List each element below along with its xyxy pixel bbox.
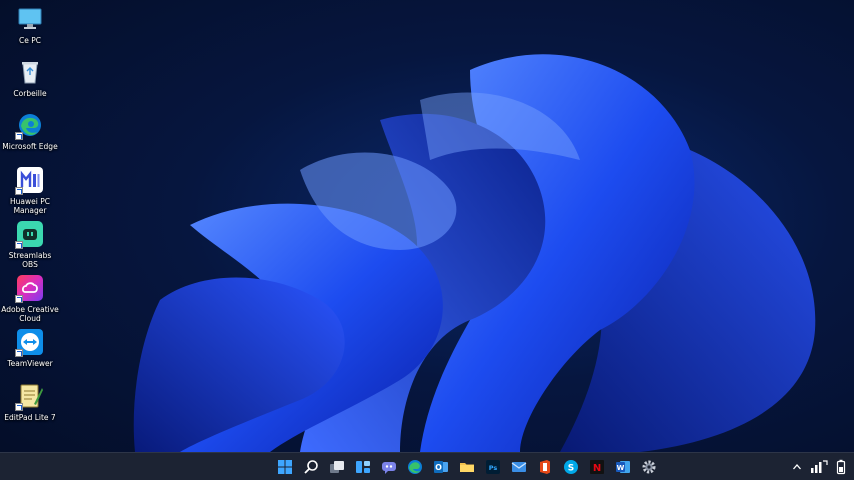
- skype-icon: S: [564, 460, 578, 474]
- shortcut-arrow-icon: [15, 349, 23, 357]
- desktop-icon-label: EditPad Lite 7: [4, 413, 56, 422]
- outlook-letter: O: [435, 463, 442, 472]
- system-tray: [792, 458, 846, 476]
- desktop-icon-corbeille[interactable]: Corbeille: [0, 58, 60, 98]
- folder-icon: [460, 463, 474, 472]
- battery-icon[interactable]: [836, 459, 846, 475]
- skype-letter: S: [568, 464, 574, 474]
- desktop-icon-adobe-creative-cloud[interactable]: Adobe Creative Cloud: [0, 274, 60, 323]
- windows-start-icon: [278, 460, 292, 474]
- search-icon: [304, 460, 318, 474]
- word-icon: W: [616, 461, 630, 473]
- desktop-icon-streamlabs-obs[interactable]: Streamlabs OBS: [0, 220, 60, 269]
- recycle-bin-icon: [16, 58, 44, 86]
- taskbar-search-button[interactable]: [300, 456, 322, 478]
- netflix-letter: N: [593, 463, 601, 474]
- shortcut-arrow-icon: [15, 187, 23, 195]
- photoshop-letters: Ps: [489, 464, 498, 472]
- word-letter: W: [617, 464, 625, 472]
- taskbar-file-explorer-button[interactable]: [456, 456, 478, 478]
- adobe-creative-cloud-icon: [15, 274, 44, 303]
- taskbar-netflix-button[interactable]: N: [586, 456, 608, 478]
- desktop-icon-microsoft-edge[interactable]: Microsoft Edge: [0, 111, 60, 151]
- editpad-icon: [15, 382, 44, 411]
- taskbar: O Ps S N W: [0, 452, 854, 480]
- taskbar-settings-button[interactable]: [638, 456, 660, 478]
- desktop-icon-label: Adobe Creative Cloud: [1, 305, 59, 323]
- widgets-icon: [356, 461, 370, 473]
- taskbar-word-button[interactable]: W: [612, 456, 634, 478]
- photoshop-icon: Ps: [486, 460, 500, 474]
- chevron-up-icon[interactable]: [792, 462, 802, 472]
- shortcut-arrow-icon: [15, 295, 23, 303]
- shortcut-arrow-icon: [15, 132, 23, 140]
- huawei-pc-manager-icon: [15, 166, 44, 195]
- edge-icon: [15, 111, 44, 140]
- mail-icon: [511, 462, 527, 472]
- outlook-icon: O: [434, 461, 448, 473]
- desktop-wallpaper: [133, 54, 816, 452]
- desktop-icon-huawei-pc-manager[interactable]: Huawei PC Manager: [0, 166, 60, 215]
- desktop-icon-label: TeamViewer: [7, 359, 53, 368]
- desktop-icon-label: Ce PC: [19, 36, 41, 45]
- shortcut-arrow-icon: [15, 403, 23, 411]
- taskbar-outlook-button[interactable]: O: [430, 456, 452, 478]
- office-icon: [540, 460, 550, 474]
- taskbar-skype-button[interactable]: S: [560, 456, 582, 478]
- netflix-icon: N: [590, 460, 604, 474]
- taskbar-widgets-button[interactable]: [352, 456, 374, 478]
- taskbar-mail-button[interactable]: [508, 456, 530, 478]
- shortcut-arrow-icon: [15, 241, 23, 249]
- taskbar-edge-button[interactable]: [404, 456, 426, 478]
- desktop-icon-label: Microsoft Edge: [2, 142, 58, 151]
- streamlabs-obs-icon: [15, 220, 44, 249]
- desktop-icon-editpad-lite-7[interactable]: EditPad Lite 7: [0, 382, 60, 422]
- desktop-icon-teamviewer[interactable]: TeamViewer: [0, 328, 60, 368]
- taskbar-start-button[interactable]: [274, 456, 296, 478]
- edge-icon: [408, 460, 422, 474]
- desktop-icon-label: Streamlabs OBS: [8, 251, 52, 269]
- desktop-icon-label: Huawei PC Manager: [10, 197, 50, 215]
- taskbar-task-view-button[interactable]: [326, 456, 348, 478]
- gear-icon: [642, 460, 656, 474]
- network-icon[interactable]: [810, 460, 828, 474]
- desktop-icon-ce-pc[interactable]: Ce PC: [0, 5, 60, 45]
- desktop-icon-label: Corbeille: [13, 89, 47, 98]
- taskbar-photoshop-button[interactable]: Ps: [482, 456, 504, 478]
- monitor-icon: [16, 5, 44, 33]
- task-view-icon: [330, 461, 344, 473]
- taskbar-apps: O Ps S N W: [274, 456, 660, 478]
- teamviewer-icon: [15, 328, 44, 357]
- taskbar-chat-button[interactable]: [378, 456, 400, 478]
- chat-icon: [382, 462, 396, 474]
- taskbar-office-button[interactable]: [534, 456, 556, 478]
